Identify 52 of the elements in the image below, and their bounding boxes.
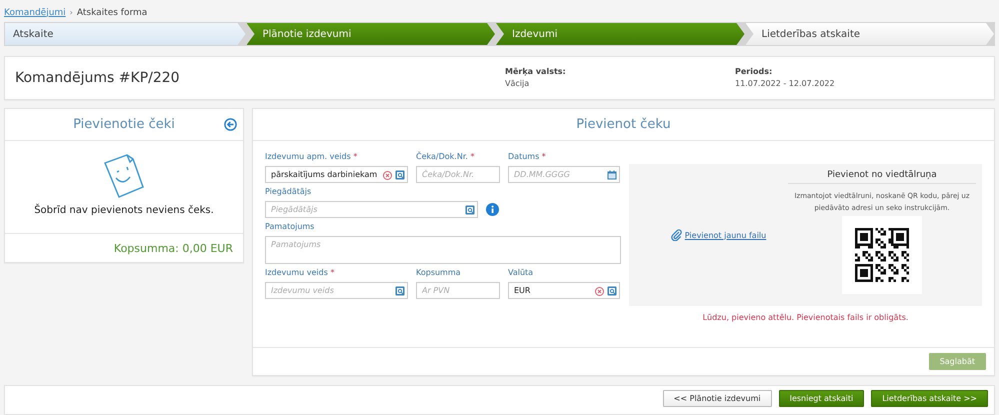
detail-value: 11.07.2022 - 12.07.2022 xyxy=(735,78,836,90)
total-amount: Kopsumma: 0,00 EUR xyxy=(114,242,233,254)
error-message: Lūdzu, pievieno attēlu. Pievienotais fails ir obligāts. xyxy=(702,313,908,322)
detail-value: Vācija xyxy=(505,78,530,90)
text-area[interactable]: Pamatojums xyxy=(265,236,621,264)
field-label: Čeka/Dok.Nr. * xyxy=(416,152,476,163)
input-field[interactable]: Izdevumu veids xyxy=(265,282,408,299)
required-marker: * xyxy=(353,152,358,161)
empty-message: Šobrīd nav pievienots neviens čeks. xyxy=(34,205,214,216)
detail-label: Mērķa valsts: xyxy=(505,66,567,78)
field-label: Izdevumu apm. veids * xyxy=(265,152,358,163)
required-marker: * xyxy=(330,268,334,277)
wizard-step[interactable]: Izdevumi xyxy=(496,23,744,45)
lookup-icon[interactable] xyxy=(465,205,475,215)
input-field[interactable]: EUR xyxy=(508,282,620,299)
breadcrumb-separator: › xyxy=(70,8,73,17)
nav-button[interactable]: << Plānotie izdevumi xyxy=(662,390,772,407)
wizard-step[interactable]: Lietderības atskaite xyxy=(746,23,994,45)
lookup-icon[interactable] xyxy=(607,286,617,296)
required-marker: * xyxy=(470,152,474,161)
input-field[interactable]: Piegādātājs xyxy=(265,201,478,218)
calendar-icon[interactable] xyxy=(607,170,617,180)
wizard-step[interactable]: Atskaite xyxy=(5,23,246,45)
panel-title: Pievienot čeku xyxy=(576,117,671,132)
lookup-icon[interactable] xyxy=(395,286,405,296)
required-marker: * xyxy=(542,152,546,161)
input-field[interactable]: DD.MM.GGGG xyxy=(508,166,620,183)
input-field[interactable]: pārskaitījums darbiniekam xyxy=(265,166,408,183)
panel-title: Pievienotie čeki xyxy=(73,117,175,132)
breadcrumb-link[interactable]: Komandējumi xyxy=(4,8,66,18)
add-file-link[interactable]: Pievienot jaunu failu xyxy=(684,230,766,240)
trip-title: Komandējums #KP/220 xyxy=(15,70,181,86)
back-icon[interactable] xyxy=(224,118,237,131)
wizard-step[interactable]: Plānotie izdevumi xyxy=(246,23,495,45)
nav-button[interactable]: Iesniegt atskaiti xyxy=(778,390,864,407)
field-label: Kopsumma xyxy=(416,268,462,279)
field-label: Piegādātājs xyxy=(265,187,312,198)
info-icon[interactable] xyxy=(486,203,499,216)
detail-label: Periods: xyxy=(735,66,774,78)
clear-icon[interactable] xyxy=(383,170,392,180)
paperclip-icon xyxy=(670,229,682,241)
qr-code-drawing xyxy=(855,228,909,282)
field-label: Valūta xyxy=(508,268,534,279)
clear-icon[interactable] xyxy=(595,286,604,296)
smiling-document-icon xyxy=(103,153,145,199)
field-label: Pamatojums xyxy=(265,222,316,233)
phone-upload-title: Pievienot no viedtālruņa xyxy=(788,170,976,184)
field-label: Izdevumu veids * xyxy=(265,268,336,279)
field-label: Datums * xyxy=(508,152,547,163)
breadcrumb-item: Atskaites forma xyxy=(76,8,148,18)
lookup-icon[interactable] xyxy=(395,170,405,180)
nav-button[interactable]: Lietderības atskaite >> xyxy=(871,390,988,407)
